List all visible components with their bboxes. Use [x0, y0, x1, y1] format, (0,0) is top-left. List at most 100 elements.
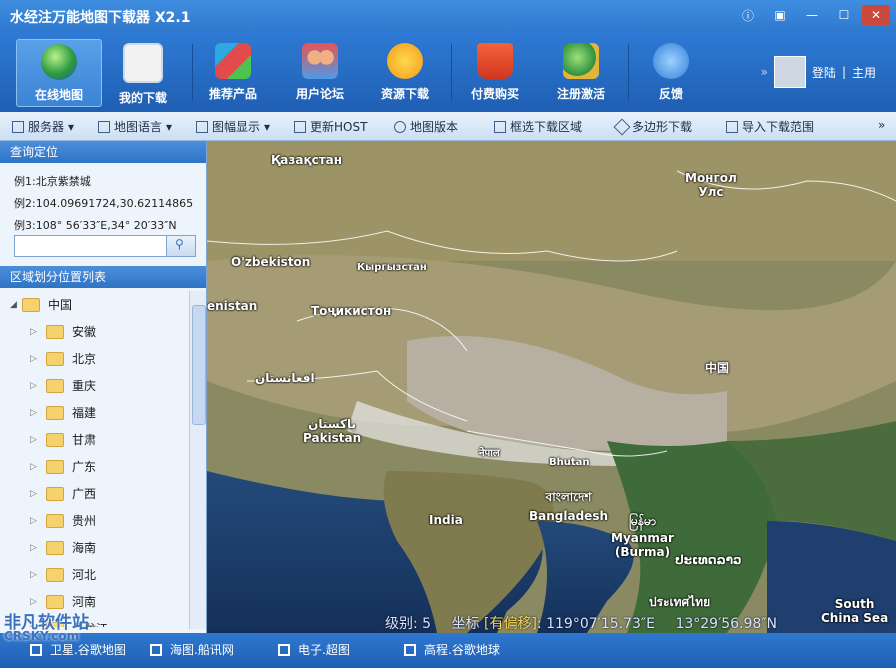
elevation-tab[interactable]: 高程.谷歌地球: [404, 641, 500, 658]
expand-icon[interactable]: ▷: [30, 408, 46, 418]
map-label: မြန်မာ Myanmar (Burma): [611, 514, 674, 559]
search-button[interactable]: ⚲: [166, 236, 195, 256]
folder-icon: [22, 297, 40, 312]
electronic-map-tab[interactable]: 电子.超图: [278, 641, 350, 658]
collapse-icon[interactable]: ◢: [10, 300, 22, 310]
region-tree: ◢中国 ▷安徽▷北京▷重庆▷福建▷甘肃▷广东▷广西▷贵州▷海南▷河北▷河南▷黑龙…: [0, 291, 190, 627]
more-icon[interactable]: »: [878, 118, 885, 132]
google-satellite-tab[interactable]: 卫星.谷歌地图: [30, 641, 126, 658]
coord-label: 坐标: [451, 616, 480, 632]
maximize-button[interactable]: ☐: [830, 5, 858, 25]
clock-icon: [394, 120, 406, 133]
expand-icon[interactable]: ▷: [30, 543, 46, 553]
tree-item[interactable]: ▷ 北京: [0, 345, 190, 372]
tree-label: 中国: [48, 298, 73, 312]
sheet-display-menu[interactable]: 图幅显示 ▾: [196, 118, 270, 135]
cubes-icon: [215, 43, 251, 79]
tree-label: 河北: [72, 568, 97, 582]
toolbar-separator: [451, 44, 452, 100]
tree-scrollbar[interactable]: [189, 291, 206, 629]
register-activate-button[interactable]: 注册激活: [539, 39, 623, 105]
expand-icon[interactable]: ▷: [30, 597, 46, 607]
minimize-button[interactable]: —: [798, 5, 826, 25]
expand-icon[interactable]: ▷: [30, 462, 46, 472]
query-examples: 例1:北京紫禁城 例2:104.09691724,30.62114865 例3:…: [0, 163, 206, 237]
map-label: বাংলাদেশ Bangladesh: [529, 490, 609, 523]
map-label: پاکستان Pakistan: [303, 417, 362, 445]
avatar[interactable]: [773, 56, 806, 88]
tree-item[interactable]: ▷ 贵州: [0, 507, 190, 534]
map-language-menu[interactable]: 地图语言 ▾: [98, 118, 172, 135]
longitude-value: 119°07′15.73″E: [546, 616, 655, 632]
tree-item[interactable]: ▷ 广西: [0, 480, 190, 507]
folder-icon: [46, 459, 64, 474]
expand-icon[interactable]: ▷: [30, 435, 46, 445]
purchase-button[interactable]: 付费购买: [453, 39, 537, 105]
login-link[interactable]: 登陆: [812, 64, 836, 81]
map-label: O'zbekiston: [231, 255, 311, 269]
my-downloads-button[interactable]: 我的下载: [101, 39, 185, 105]
coord-offset-tag: [有偏移]: [484, 616, 537, 632]
menu-icon[interactable]: ▣: [766, 5, 794, 25]
polygon-download-button[interactable]: 多边形下载: [613, 118, 692, 135]
tree-root[interactable]: ◢ 中国: [0, 291, 190, 318]
lock-globe-icon: [563, 43, 599, 79]
map-label: افغانستان: [255, 371, 315, 385]
map-label: Bhutan: [549, 457, 590, 468]
update-host-button[interactable]: 更新HOST: [294, 118, 367, 135]
scrollbar-thumb[interactable]: [192, 305, 206, 425]
map-label: Тоҷикистон: [311, 304, 392, 318]
tree-item[interactable]: ▷ 海南: [0, 534, 190, 561]
level-label: 级别:: [385, 616, 418, 632]
tree-label: 北京: [72, 352, 97, 366]
grid-icon: [150, 643, 162, 656]
expand-icon[interactable]: ▷: [30, 516, 46, 526]
map-version-button[interactable]: 地图版本: [394, 118, 458, 135]
user-forum-button[interactable]: 用户论坛: [278, 39, 362, 105]
folder-icon: [46, 486, 64, 501]
nautical-chart-tab[interactable]: 海图.船讯网: [150, 641, 234, 658]
folder-icon: [46, 324, 64, 339]
folder-icon: [46, 594, 64, 609]
example-1: 例1:北京紫禁城: [14, 175, 91, 188]
online-map-button[interactable]: 在线地图: [16, 39, 102, 107]
tree-item[interactable]: ▷ 福建: [0, 399, 190, 426]
tree-item[interactable]: ▷ 广东: [0, 453, 190, 480]
import-range-button[interactable]: 导入下载范围: [726, 118, 814, 135]
tree-item[interactable]: ▷ 甘肃: [0, 426, 190, 453]
tree-item[interactable]: ▷ 安徽: [0, 318, 190, 345]
resource-download-button[interactable]: 资源下载: [363, 39, 447, 105]
chevron-down-icon: ▾: [68, 119, 75, 134]
expand-icon[interactable]: ▷: [30, 327, 46, 337]
folder-icon: [46, 567, 64, 582]
expand-icon[interactable]: ▷: [30, 570, 46, 580]
map-label: Қазақстан: [271, 153, 343, 167]
map-view[interactable]: Қазақстан Монгол Улс O'zbekiston Кыргызстан…: [207, 141, 896, 633]
map-label: ປະເທດລາວ: [675, 553, 742, 567]
toolbar-label: 付费购买: [470, 87, 519, 101]
tab-label: 卫星.谷歌地图: [50, 643, 126, 657]
list-icon: [12, 120, 24, 133]
expand-icon[interactable]: ▷: [30, 354, 46, 364]
info-icon[interactable]: ⓘ: [734, 5, 762, 25]
level-value: 5: [422, 616, 432, 632]
feedback-button[interactable]: 反馈: [629, 39, 713, 105]
expand-icon[interactable]: ▷: [30, 381, 46, 391]
more-icon[interactable]: »: [761, 65, 768, 79]
tree-label: 安徽: [72, 325, 97, 339]
search-input[interactable]: [15, 236, 168, 254]
tree-item[interactable]: ▷ 重庆: [0, 372, 190, 399]
map-label: India: [429, 513, 463, 527]
box-select-button[interactable]: 框选下载区域: [494, 118, 582, 135]
recommended-products-button[interactable]: 推荐产品: [191, 39, 275, 105]
tree-label: 广东: [72, 460, 97, 474]
tree-label: 福建: [72, 406, 97, 420]
map-label: 中国: [705, 361, 730, 375]
server-menu[interactable]: 服务器 ▾: [12, 118, 74, 135]
map-label: Кыргызстан: [357, 262, 427, 273]
expand-icon[interactable]: ▷: [30, 489, 46, 499]
home-link[interactable]: 主用: [852, 64, 876, 81]
map-label: Монгол Улс: [685, 171, 737, 199]
tree-item[interactable]: ▷ 河北: [0, 561, 190, 588]
close-button[interactable]: ✕: [862, 5, 890, 25]
